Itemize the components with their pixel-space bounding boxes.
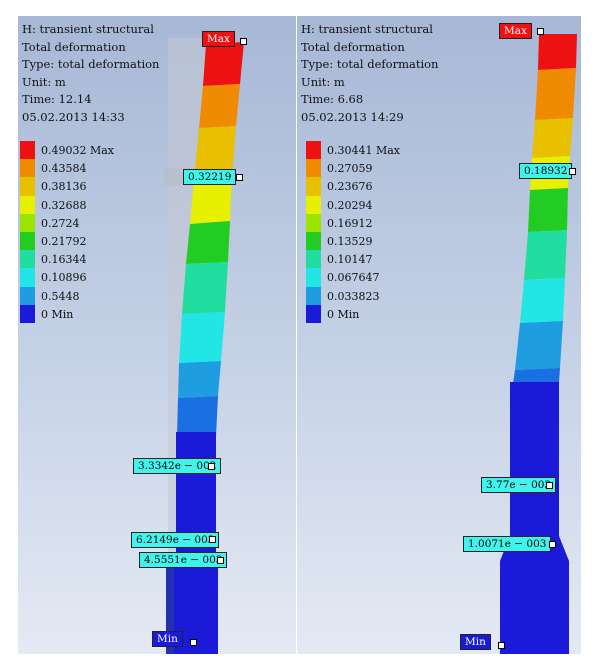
probe-value: Max [504,25,527,37]
legend-swatch [20,268,35,287]
min-probe-label[interactable]: Min [152,631,183,647]
probe-value: 4.5551e − 003 [144,554,223,566]
legend-label: 0.49032 Max [41,144,115,157]
legend-label: 0.033823 [327,289,380,303]
analysis-title: H: transient structural [22,22,154,36]
max-probe-pin [537,28,544,35]
legend-label: 0.20294 [327,198,373,212]
legend-label: 0.30441 Max [327,144,401,157]
probe-pin [236,174,243,181]
legend-swatch [306,177,321,196]
result-type: Type: total deformation [22,57,160,72]
probe-pin [546,482,553,489]
legend-swatch [20,141,35,160]
result-name: Total deformation [22,39,126,54]
min-probe-label[interactable]: Min [460,634,491,650]
probe-value: 3.3342e − 002 [138,460,217,472]
legend-label: 0.27059 [327,162,373,176]
legend-swatch [306,159,321,178]
probe-label[interactable]: 0.18932 [519,163,573,179]
probe-pin [209,536,216,543]
legend-label: 0.32688 [41,198,87,212]
min-probe-pin [498,642,505,649]
result-time: Time: 12.14 [22,92,92,107]
probe-value: 6.2149e − 003 [136,534,215,546]
analysis-title: H: transient structural [301,22,433,36]
legend-swatch [306,286,321,305]
probe-label[interactable]: 0.32219 [183,169,237,185]
legend-swatch [20,195,35,214]
right-result-header: H: transient structural Total deformatio… [301,21,438,127]
legend-swatch [20,250,35,269]
result-type: Type: total deformation [301,57,439,72]
legend-label: 0 Min [41,307,74,321]
legend-swatch [20,231,35,251]
result-name: Total deformation [301,39,405,54]
legend-label: 0.13529 [327,234,373,248]
max-probe-label[interactable]: Max [202,31,235,47]
legend-swatch [306,268,321,287]
legend-swatch [306,304,321,323]
probe-label[interactable]: 4.5551e − 003 [139,552,228,568]
left-result-header: H: transient structural Total deformatio… [22,21,159,127]
probe-label[interactable]: 1.0071e − 003 [463,536,552,552]
legend-swatch [20,177,35,196]
max-probe-pin [240,38,247,45]
legend-label: 0.10147 [327,253,373,267]
legend-label: 0.5448 [41,289,80,303]
legend-label: 0.10896 [41,271,87,285]
right-result-panel: H: transient structural Total deformatio… [297,16,581,654]
legend-swatch [306,231,321,251]
legend-swatch [306,195,321,214]
probe-value: Min [465,636,486,648]
legend-label: 0.16912 [327,216,373,230]
legend-label: 0.2724 [41,216,80,230]
left-result-panel: H: transient structural Total deformatio… [18,16,296,654]
legend-label: 0.23676 [327,180,373,194]
probe-value: 1.0071e − 003 [468,538,547,550]
probe-value: 0.32219 [188,171,232,183]
legend-swatch [20,286,35,305]
legend-label: 0.16344 [41,253,87,267]
probe-value: Min [157,633,178,645]
legend-swatch [20,159,35,178]
probe-value: 0.18932 [524,165,568,177]
result-time: Time: 6.68 [301,92,364,107]
legend-label: 0.38136 [41,180,87,194]
probe-label[interactable]: 6.2149e − 003 [131,532,220,548]
legend-swatch [306,141,321,160]
result-unit: Unit: m [22,74,66,89]
probe-pin [217,557,224,564]
legend-swatch [20,304,35,323]
legend-label: 0 Min [327,307,360,321]
legend-label: 0.43584 [41,162,87,176]
legend-swatch [20,213,35,232]
probe-label[interactable]: 3.77e − 003 [481,477,557,493]
result-date: 05.02.2013 14:29 [301,109,404,124]
legend-swatch [306,213,321,232]
probe-pin [549,541,556,548]
min-probe-pin [190,639,197,646]
max-probe-label[interactable]: Max [499,23,532,39]
result-unit: Unit: m [301,74,345,89]
probe-value: 3.77e − 003 [486,479,552,491]
probe-pin [208,463,215,470]
probe-value: Max [207,33,230,45]
legend-label: 0.067647 [327,271,380,285]
result-date: 05.02.2013 14:33 [22,109,125,124]
legend-label: 0.21792 [41,234,87,248]
probe-pin [569,168,576,175]
legend-swatch [306,250,321,269]
